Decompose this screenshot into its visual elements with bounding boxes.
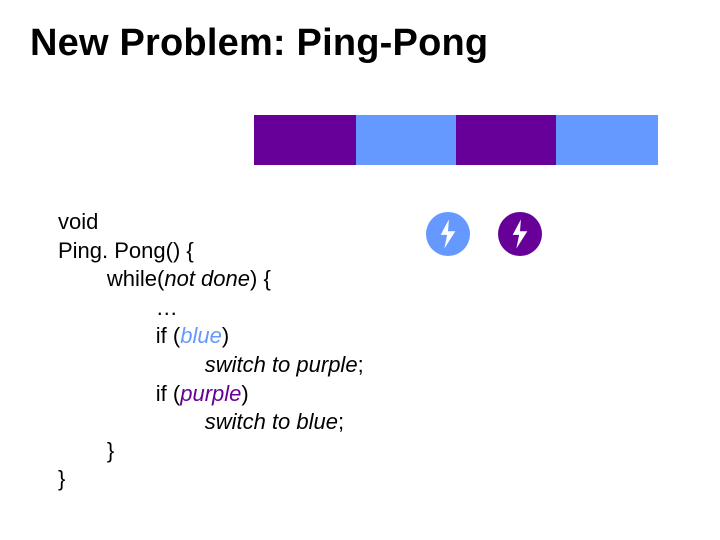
code-italic: switch to purple xyxy=(205,352,358,377)
code-kw-blue: blue xyxy=(180,323,222,348)
slide-title: New Problem: Ping-Pong xyxy=(30,22,488,65)
slide: New Problem: Ping-Pong void Ping. Pong()… xyxy=(0,0,720,540)
code-block: void Ping. Pong() { while(not done) { … … xyxy=(58,208,364,494)
code-line-part: ; xyxy=(338,409,344,434)
lightning-icon xyxy=(509,219,531,249)
code-kw-purple: purple xyxy=(180,381,241,406)
code-line-part: ) { xyxy=(250,266,271,291)
thread-purple-icon xyxy=(498,212,542,256)
code-italic: not done xyxy=(164,266,250,291)
thread-blue-icon xyxy=(426,212,470,256)
bar-segment-purple xyxy=(456,115,556,165)
code-line: void xyxy=(58,209,98,234)
bar-segment-blue xyxy=(556,115,658,165)
code-line-part: ) xyxy=(222,323,229,348)
lightning-icon xyxy=(437,219,459,249)
code-line-part: ; xyxy=(358,352,364,377)
code-line-part: if ( xyxy=(58,323,180,348)
code-line-part xyxy=(58,409,205,434)
pingpong-bar xyxy=(254,115,658,165)
code-line: } xyxy=(58,466,65,491)
code-line: … xyxy=(58,295,178,320)
code-line-part: ) xyxy=(241,381,248,406)
code-italic: switch to blue xyxy=(205,409,338,434)
bar-segment-purple xyxy=(254,115,356,165)
bar-segment-blue xyxy=(356,115,456,165)
code-line: Ping. Pong() { xyxy=(58,238,194,263)
code-line-part: while( xyxy=(58,266,164,291)
code-line-part: if ( xyxy=(58,381,180,406)
code-line-part xyxy=(58,352,205,377)
code-line: } xyxy=(58,438,114,463)
